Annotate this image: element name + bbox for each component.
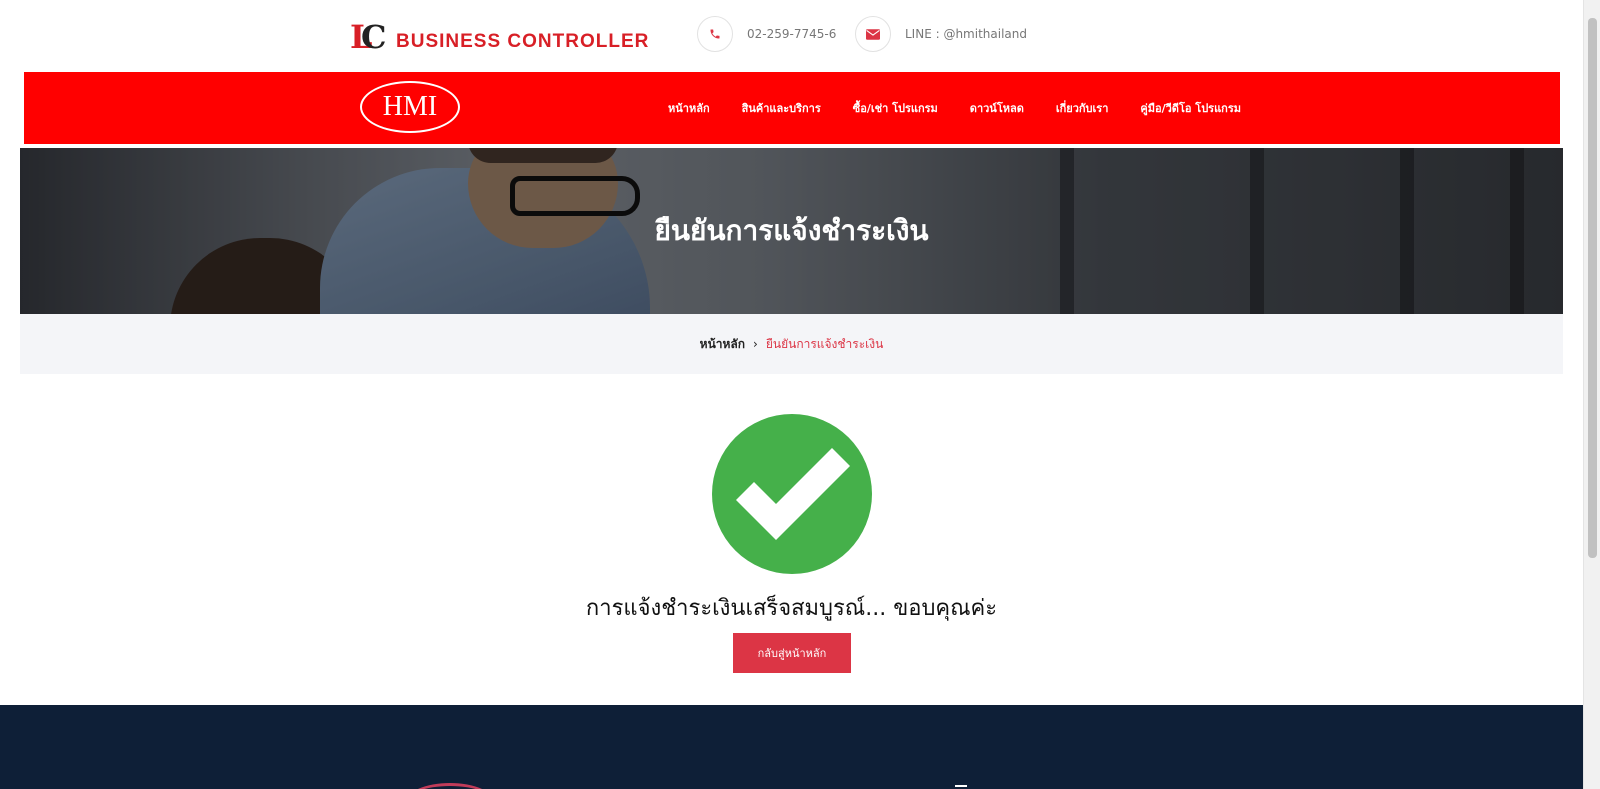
nav-item-buy-rent[interactable]: ซื้อ/เช่า โปรแกรม: [853, 99, 938, 117]
envelope-icon: [855, 16, 891, 52]
hmi-logo[interactable]: HMI: [360, 81, 460, 133]
footer: [0, 705, 1583, 789]
scrollbar[interactable]: [1583, 0, 1600, 789]
page-title: ยืนยันการแจ้งชำระเงิน: [654, 214, 929, 247]
check-circle-icon: [712, 414, 872, 574]
nav-item-home[interactable]: หน้าหลัก: [668, 99, 710, 117]
main-nav: HMI หน้าหลัก สินค้าและบริการ ซื้อ/เช่า โ…: [24, 72, 1560, 144]
phone-number: 02-259-7745-6: [747, 27, 837, 41]
success-message: การแจ้งชำระเงินเสร็จสมบูรณ์... ขอบคุณค่ะ: [585, 596, 998, 621]
contact-line: LINE : @hmithailand: [855, 16, 1027, 52]
contact-phone: 02-259-7745-6: [697, 16, 836, 52]
hero-banner: ยืนยันการแจ้งชำระเงิน: [20, 148, 1563, 314]
brand-name: BUSINESS CONTROLLER: [396, 31, 650, 52]
brand-logo[interactable]: LC BUSINESS CONTROLLER: [350, 20, 649, 54]
back-home-button[interactable]: กลับสู่หน้าหลัก: [733, 633, 851, 673]
page: LC BUSINESS CONTROLLER 02-259-7745-6 LIN…: [0, 0, 1583, 789]
lc-logo-icon: LC: [350, 18, 387, 56]
line-id: LINE : @hmithailand: [905, 27, 1027, 41]
breadcrumb-separator-icon: ›: [753, 337, 758, 351]
scrollbar-thumb[interactable]: [1588, 18, 1597, 558]
nav-item-products[interactable]: สินค้าและบริการ: [742, 99, 821, 117]
nav-item-manual[interactable]: คู่มือ/วีดีโอ โปรแกรม: [1140, 99, 1241, 117]
top-bar: LC BUSINESS CONTROLLER 02-259-7745-6 LIN…: [0, 0, 1583, 72]
breadcrumb-current: ยืนยันการแจ้งชำระเงิน: [765, 336, 884, 351]
phone-icon: [697, 16, 733, 52]
footer-logo-arc: [405, 783, 495, 789]
breadcrumb: หน้าหลัก › ยืนยันการแจ้งชำระเงิน: [20, 314, 1563, 374]
breadcrumb-home[interactable]: หน้าหลัก: [700, 335, 745, 354]
nav-menu: หน้าหลัก สินค้าและบริการ ซื้อ/เช่า โปรแก…: [668, 72, 1273, 144]
nav-item-about[interactable]: เกี่ยวกับเรา: [1056, 99, 1109, 117]
footer-decoration: [955, 785, 967, 789]
nav-item-download[interactable]: ดาวน์โหลด: [970, 99, 1024, 117]
